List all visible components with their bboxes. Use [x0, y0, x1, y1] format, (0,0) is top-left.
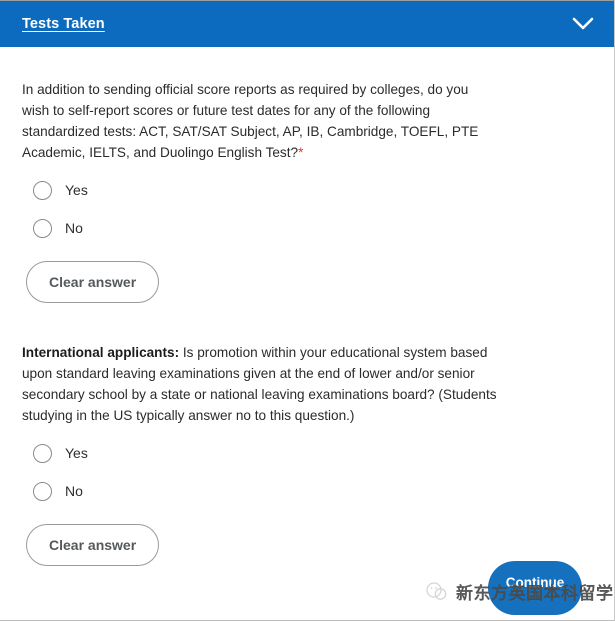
required-asterisk: * — [298, 145, 304, 160]
radio-group-question-2: Yes No — [22, 439, 592, 505]
question-2-lead-bold: International applicants: — [22, 345, 180, 360]
question-self-report-scores: In addition to sending official score re… — [22, 47, 592, 303]
radio-circle-icon[interactable] — [33, 443, 52, 463]
clear-answer-button-q2[interactable]: Clear answer — [26, 524, 160, 566]
form-body: In addition to sending official score re… — [0, 47, 614, 566]
tests-taken-form-panel: Tests Taken In addition to sending offic… — [0, 0, 615, 621]
radio-option-yes-q2[interactable]: Yes — [22, 439, 142, 467]
chevron-down-icon[interactable] — [566, 7, 600, 41]
radio-label: No — [65, 220, 83, 236]
wechat-account-logo-icon — [424, 578, 450, 604]
section-header-tests-taken[interactable]: Tests Taken — [0, 1, 614, 47]
radio-option-no-q2[interactable]: No — [22, 477, 142, 505]
question-2-text: International applicants: Is promotion w… — [22, 342, 517, 426]
radio-label: Yes — [65, 182, 88, 198]
radio-circle-icon[interactable] — [33, 481, 52, 501]
continue-button[interactable]: Continue — [488, 561, 582, 615]
section-header-title[interactable]: Tests Taken — [22, 16, 105, 32]
radio-group-question-1: Yes No — [22, 176, 592, 242]
question-1-text-body: In addition to sending official score re… — [22, 82, 479, 160]
clear-answer-button-q1[interactable]: Clear answer — [26, 261, 160, 303]
radio-circle-icon[interactable] — [33, 180, 52, 200]
radio-circle-icon[interactable] — [33, 218, 52, 238]
section-divider-space — [22, 303, 592, 342]
radio-label: No — [65, 483, 83, 499]
radio-option-no-q1[interactable]: No — [22, 214, 142, 242]
question-1-text: In addition to sending official score re… — [22, 47, 492, 163]
question-international-applicants: International applicants: Is promotion w… — [22, 342, 592, 566]
radio-option-yes-q1[interactable]: Yes — [22, 176, 142, 204]
radio-label: Yes — [65, 445, 88, 461]
